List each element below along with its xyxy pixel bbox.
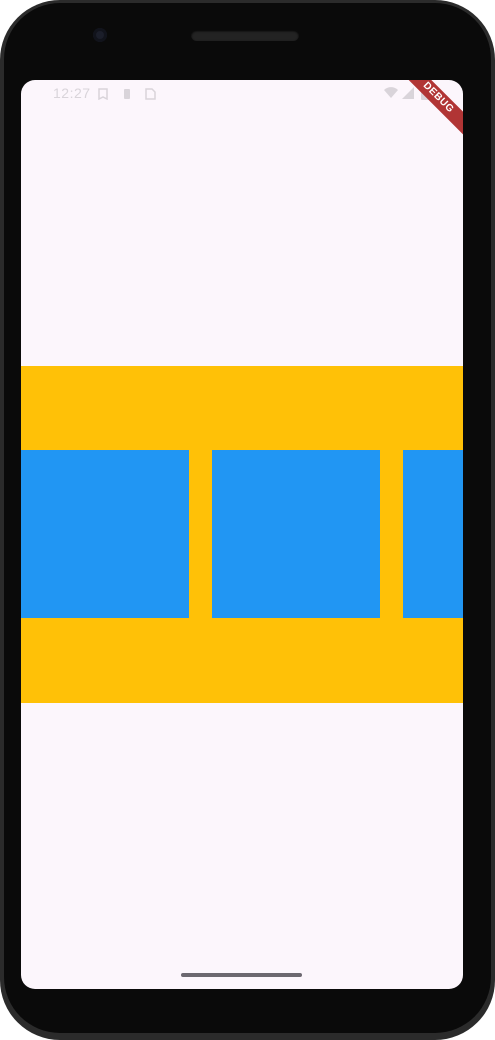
scroller-item[interactable] [212, 450, 380, 618]
scroller-item[interactable] [403, 450, 463, 618]
horizontal-scroller[interactable] [21, 366, 463, 703]
home-gesture-bar[interactable] [181, 973, 302, 977]
sim-icon [144, 87, 156, 100]
front-camera [93, 28, 107, 42]
app-screen: 12:27 DEBUG [21, 80, 463, 989]
status-time: 12:27 [53, 85, 91, 101]
wifi-icon [384, 86, 398, 104]
scroller-item[interactable] [21, 450, 189, 618]
phone-frame: 12:27 DEBUG [0, 0, 495, 1040]
earpiece-speaker [191, 30, 299, 41]
notification-icon [98, 87, 108, 101]
battery-saver-icon [122, 87, 132, 99]
status-bar: 12:27 [21, 80, 463, 106]
cell-signal-icon [402, 86, 414, 104]
